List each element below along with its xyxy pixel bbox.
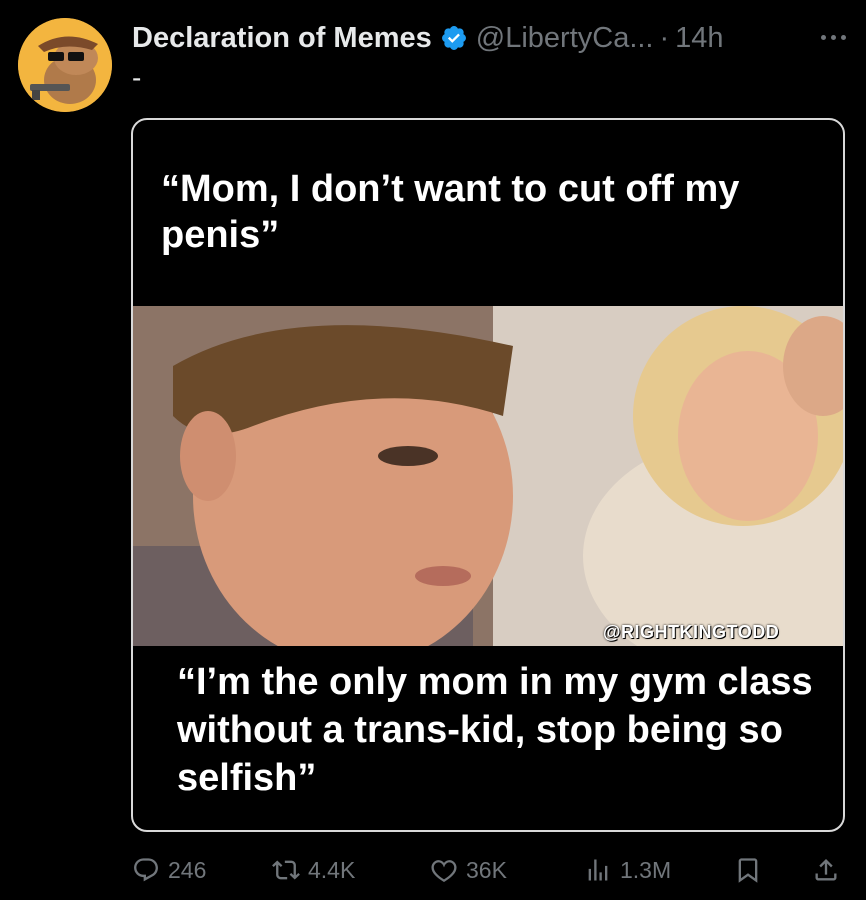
reply-button[interactable]: 246 [132,852,206,888]
like-button[interactable]: 36K [430,852,507,888]
reply-count: 246 [168,856,207,883]
action-bar: 246 4.4K 36K 1.3M [132,852,844,892]
post-media[interactable]: “Mom, I don’t want to cut off my penis” … [131,118,845,832]
like-count: 36K [466,856,507,883]
author-name[interactable]: Declaration of Memes [132,22,432,55]
repost-count: 4.4K [308,856,356,883]
post-text: - [132,62,142,93]
views-icon [588,859,608,881]
repost-button[interactable]: 4.4K [272,852,355,888]
post-header: Declaration of Memes @LibertyCa... · 14h [132,18,846,58]
avatar[interactable] [18,18,112,112]
share-button[interactable] [812,852,840,888]
more-icon[interactable] [806,22,846,52]
share-icon [815,859,837,881]
views-count: 1.3M [620,856,672,883]
views-button[interactable]: 1.3M [584,852,671,888]
verified-badge-icon [441,26,466,50]
reply-icon [134,858,158,882]
bookmark-icon [738,858,758,883]
bookmark-button[interactable] [734,852,762,888]
meme-photo [133,306,843,646]
author-handle[interactable]: @LibertyCa... [476,22,654,55]
meme-caption-top: “Mom, I don’t want to cut off my penis” [161,168,740,256]
separator-dot: · [659,21,670,54]
meme-caption-bottom: “I’m the only mom in my gym class withou… [177,661,813,799]
repost-icon [272,860,300,880]
like-icon [431,860,457,882]
post-timestamp[interactable]: 14h [675,22,723,55]
meme-watermark: @RIGHTKINGTODD [603,622,780,642]
